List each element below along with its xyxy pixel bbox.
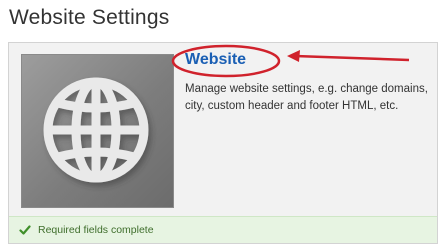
check-icon xyxy=(19,225,31,235)
annotation-arrowhead xyxy=(287,50,300,62)
website-thumbnail[interactable] xyxy=(21,54,174,208)
status-text: Required fields complete xyxy=(38,224,154,236)
status-bar: Required fields complete xyxy=(9,216,437,243)
annotation-arrow-line xyxy=(294,54,410,62)
website-settings-link[interactable]: Website xyxy=(185,51,246,69)
settings-card: Website Manage website settings, e.g. ch… xyxy=(8,42,438,244)
globe-icon xyxy=(43,77,149,183)
website-description: Manage website settings, e.g. change dom… xyxy=(185,83,428,112)
page-title: Website Settings xyxy=(9,6,170,29)
